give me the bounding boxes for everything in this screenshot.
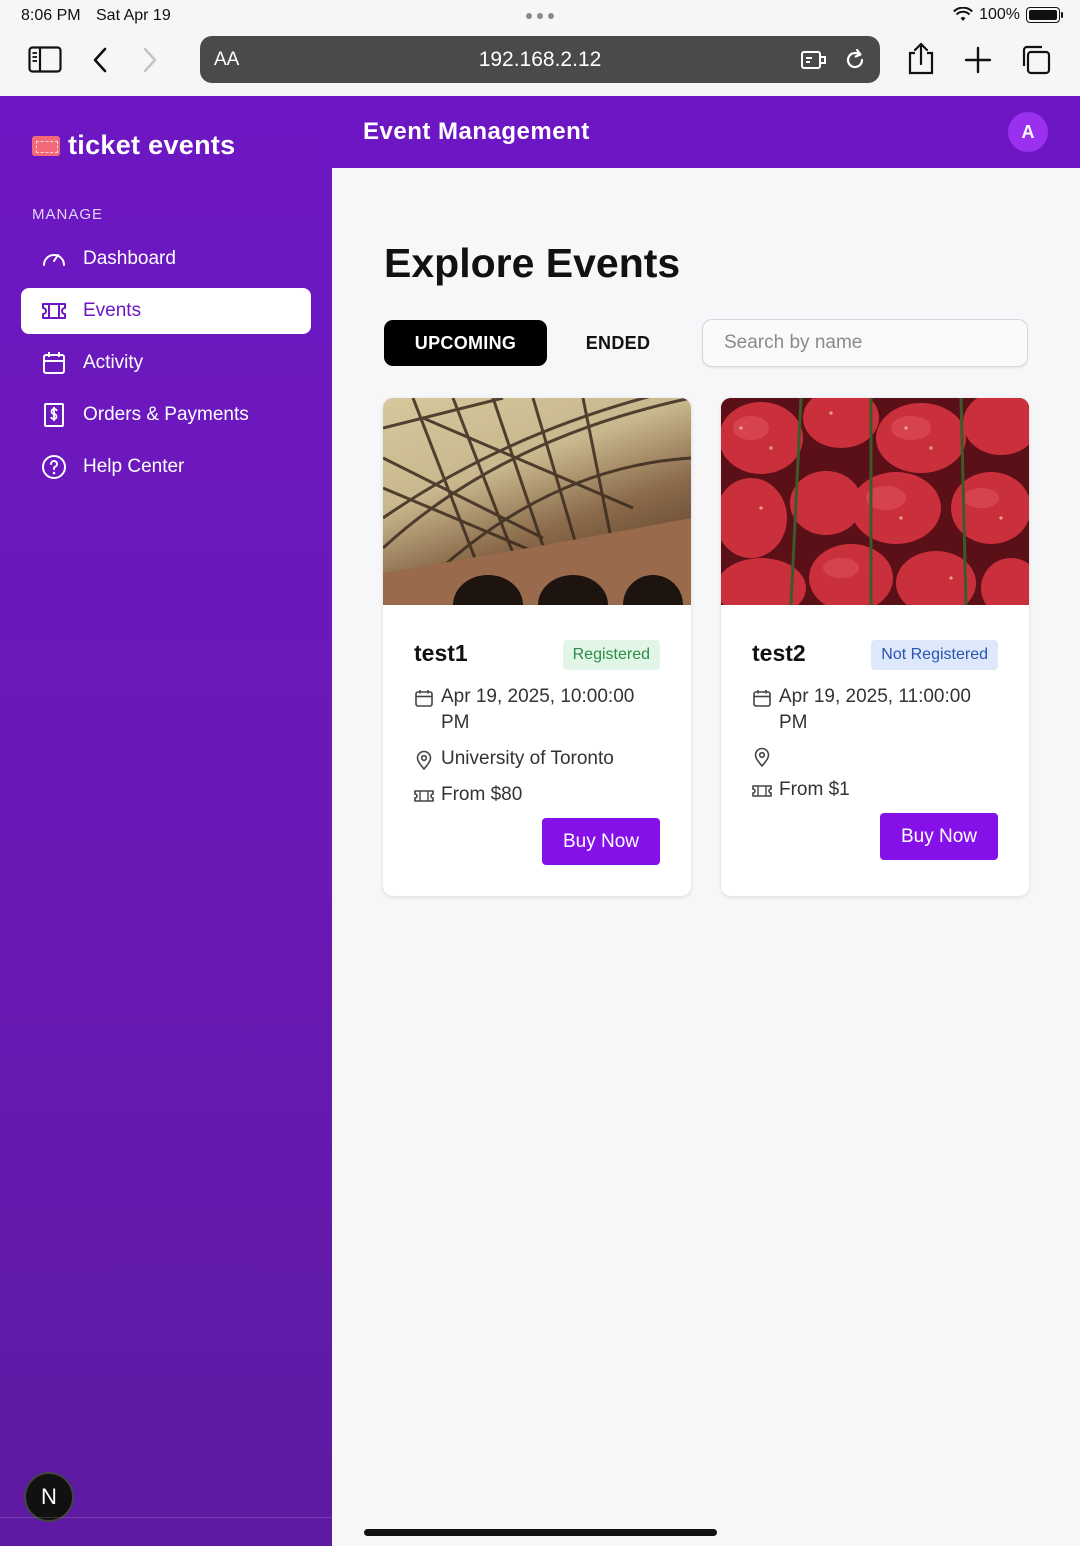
sidebar-nav: Dashboard Events Activity Orders & Payme… — [21, 236, 311, 496]
sidebar-toggle-icon[interactable] — [28, 46, 62, 74]
calendar-icon — [415, 690, 433, 707]
help-circle-icon — [42, 455, 66, 479]
event-datetime: Apr 19, 2025, 11:00:00 PM — [752, 684, 971, 736]
sidebar-item-label: Activity — [83, 352, 144, 373]
dollar-receipt-icon — [44, 403, 64, 427]
buy-now-button[interactable]: Buy Now — [542, 818, 660, 865]
status-bar: 8:06 PM Sat Apr 19 100% — [0, 0, 1080, 32]
sidebar-item-events[interactable]: Events — [21, 288, 311, 334]
page-title: Explore Events — [384, 240, 681, 286]
event-title: test1 — [414, 640, 468, 666]
reader-icon[interactable] — [800, 49, 828, 71]
battery-icon — [1026, 7, 1063, 23]
sidebar-item-activity[interactable]: Activity — [21, 340, 311, 386]
search-input[interactable] — [702, 319, 1028, 367]
brand[interactable]: ticket events — [32, 130, 235, 161]
sidebar: ticket events MANAGE Dashboard Events Ac… — [0, 96, 332, 1546]
new-tab-icon[interactable] — [964, 46, 992, 74]
location-pin-icon — [754, 747, 770, 767]
sidebar-item-dashboard[interactable]: Dashboard — [21, 236, 311, 282]
url-text[interactable]: 192.168.2.12 — [200, 48, 880, 72]
event-datetime: Apr 19, 2025, 10:00:00 PM — [414, 684, 634, 736]
share-icon[interactable] — [906, 42, 936, 76]
tab-upcoming[interactable]: UPCOMING — [384, 320, 547, 366]
event-time-suffix: PM — [779, 712, 808, 733]
event-price-text: From $1 — [779, 779, 850, 800]
calendar-icon — [753, 690, 771, 707]
event-time-suffix: PM — [441, 712, 470, 733]
header-title: Event Management — [363, 118, 590, 145]
sidebar-item-label: Events — [83, 300, 142, 321]
app-header: Event Management A — [332, 96, 1080, 168]
event-date: Apr 19, 2025, 10:00:00 — [441, 686, 635, 707]
admit-ticket-icon — [32, 135, 60, 156]
address-bar[interactable]: AA 192.168.2.12 — [200, 36, 880, 83]
tabs-overview-icon[interactable] — [1020, 44, 1052, 76]
ticket-icon — [752, 785, 772, 797]
sidebar-item-orders-payments[interactable]: Orders & Payments — [21, 392, 311, 438]
calendar-icon — [43, 352, 65, 374]
home-indicator[interactable] — [364, 1529, 717, 1536]
avatar[interactable]: A — [1008, 112, 1048, 152]
event-card[interactable]: test2 Not Registered Apr 19, 2025, 11:00… — [721, 398, 1029, 896]
event-image — [721, 398, 1029, 605]
location-pin-icon — [416, 750, 432, 770]
event-location: University of Toronto — [414, 746, 614, 772]
sidebar-item-label: Dashboard — [83, 248, 176, 269]
back-icon[interactable] — [90, 46, 110, 74]
status-badge: Registered — [562, 640, 660, 670]
wifi-icon — [953, 7, 973, 21]
status-time: 8:06 PM — [21, 7, 81, 24]
nav-section-label: MANAGE — [32, 206, 104, 223]
event-price-text: From $80 — [441, 784, 523, 805]
event-card[interactable]: test1 Registered Apr 19, 2025, 10:00:00 P… — [383, 398, 691, 896]
status-right: 100% — [953, 6, 1063, 24]
ticket-icon — [42, 303, 66, 319]
event-location-text: University of Toronto — [441, 748, 614, 769]
sidebar-item-label: Orders & Payments — [83, 404, 249, 425]
status-date: Sat Apr 19 — [96, 7, 171, 24]
tab-ended[interactable]: ENDED — [568, 320, 668, 366]
status-badge: Not Registered — [871, 640, 998, 670]
brand-name: ticket events — [68, 130, 236, 160]
forward-icon[interactable] — [140, 46, 160, 74]
browser-toolbar: AA 192.168.2.12 — [0, 32, 1080, 96]
battery-percent: 100% — [979, 6, 1020, 23]
reload-icon[interactable] — [844, 48, 866, 72]
gauge-icon — [43, 254, 65, 266]
event-price: From $80 — [414, 782, 522, 808]
sidebar-item-help-center[interactable]: Help Center — [21, 444, 311, 490]
event-image — [383, 398, 691, 605]
multitasking-dots[interactable] — [526, 13, 554, 19]
buy-now-button[interactable]: Buy Now — [880, 813, 998, 860]
dev-tools-badge[interactable]: N — [24, 1472, 74, 1522]
divider — [0, 1517, 332, 1518]
main-content: Explore Events UPCOMING ENDED test1 Regi… — [332, 168, 1080, 1546]
event-location — [752, 743, 779, 767]
event-title: test2 — [752, 640, 806, 666]
ticket-icon — [414, 790, 434, 802]
event-price: From $1 — [752, 777, 850, 803]
sidebar-item-label: Help Center — [83, 456, 185, 477]
event-date: Apr 19, 2025, 11:00:00 — [779, 686, 971, 707]
